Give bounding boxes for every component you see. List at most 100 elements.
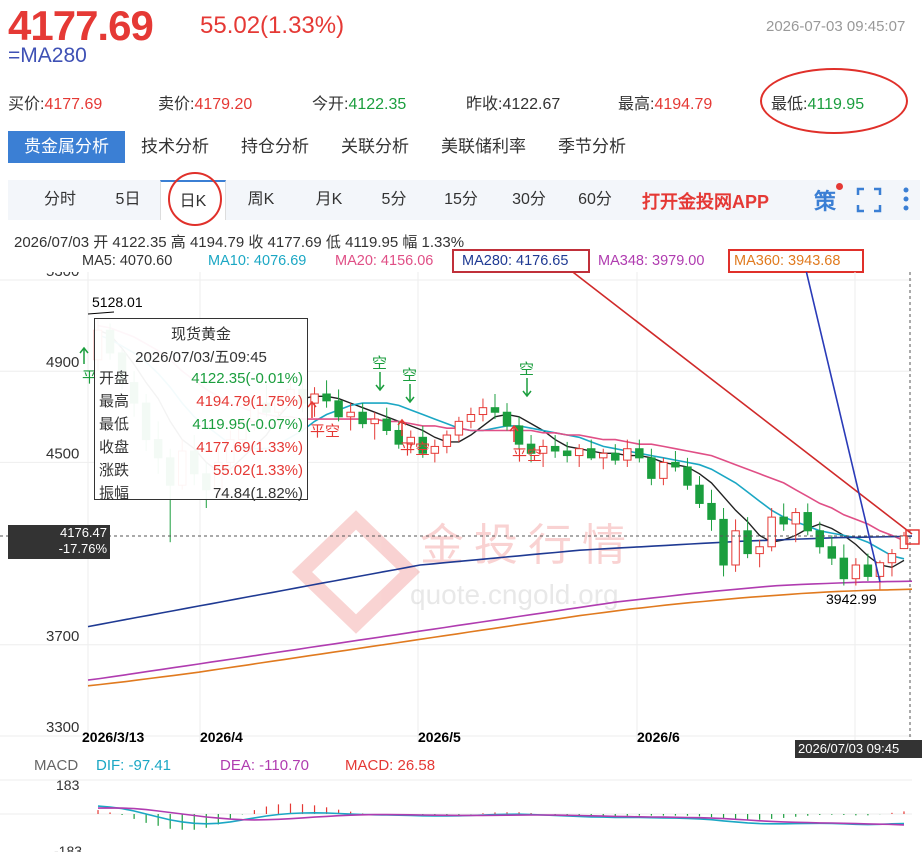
candle-body [562,450,572,457]
candle-body [430,445,440,454]
tab-30min[interactable]: 30分 [496,180,562,220]
y-tick-label: 3300 [46,719,79,736]
tab-technical[interactable]: 技术分析 [125,131,225,163]
fullscreen-icon[interactable] [856,187,882,213]
signal-arrow [522,378,532,398]
candle-body [851,564,861,580]
ma280-highlight-box [452,249,590,273]
max-price-label: 5128.01 [92,294,143,310]
ma10-legend: MA10: 4076.69 [208,253,307,269]
macd-value-legend: MACD: 26.58 [345,757,436,774]
signal-label: 空 [402,367,417,384]
tab-60min[interactable]: 60分 [562,180,628,220]
notification-dot [836,183,843,190]
open-app-link[interactable]: 打开金投网APP [642,188,769,214]
price-change: 55.02(1.33%) [200,12,345,39]
signal-arrow [405,384,415,404]
daily-k-highlight-circle [168,172,222,226]
tab-correlation[interactable]: 关联分析 [325,131,425,163]
candle-body [586,448,596,459]
signal-arrow [79,346,89,364]
candle-body [322,393,331,402]
macd-histogram [97,803,905,830]
current-price: 4177.69 [8,2,154,49]
ma348-legend: MA348: 3979.00 [598,253,705,269]
candle-body [478,407,488,416]
tab-15min[interactable]: 15分 [428,180,494,220]
x-tick-label: 2026/4 [200,729,243,742]
tab-intraday[interactable]: 分时 [30,180,90,220]
candle-body [574,448,584,457]
crosshair-price-tip: 4176.47 -17.76% [8,525,110,559]
macd-chart[interactable]: 183 -183 [0,774,922,852]
candle-body [839,557,849,580]
candle-tooltip: 现货黄金 2026/07/03/五09:45 开盘 4122.35(-0.01%)… [94,318,308,502]
candle-body [707,502,716,520]
y-tick-label: 4900 [46,354,79,371]
signal-label: 平空 [310,423,340,440]
candle-body [827,546,837,559]
x-tick-label: 2026/6 [637,729,680,742]
tab-seasonal[interactable]: 季节分析 [542,131,642,163]
tab-weekly-k[interactable]: 周K [230,180,292,220]
candle-body [466,414,476,422]
strategy-icon[interactable]: 策 [814,184,836,216]
candle-body [599,452,608,459]
tab-5day[interactable]: 5日 [100,180,156,220]
macd-y-tick: 183 [56,777,80,793]
candle-body [550,445,560,452]
candle-body [346,411,355,418]
ma20-legend: MA20: 4156.06 [335,253,434,269]
signal-label: 平空 [512,447,542,464]
candle-body [887,553,897,564]
candle-body [334,400,343,418]
more-menu-icon[interactable] [900,185,912,213]
signal-arrow [375,372,385,392]
tooltip-title: 现货黄金 [170,326,231,343]
ma5-legend: MA5: 4070.60 [82,253,173,269]
ma-indicator-label: =MA280 [8,44,87,67]
period-tabs: 分时 5日 日K 周K 月K 5分 15分 30分 60分 [8,180,920,220]
quote-prev-close: 昨收:4122.67 [466,96,561,113]
tooltip-row-change: 涨跌 55.02(1.33%) [99,462,303,479]
candle-body [803,512,812,532]
tooltip-row-high: 最高 4194.79(1.75%) [99,393,303,410]
y-axis-labels: 5300 4900 4500 3700 3300 [46,272,79,736]
macd-dea-legend: DEA: -110.70 [220,757,309,774]
tab-precious-metals[interactable]: 贵金属分析 [8,131,125,163]
quote-ask: 卖价:4179.20 [158,96,253,113]
tooltip-row-amplitude: 振幅 74.84(1.82%) [99,485,303,502]
candle-body [358,411,367,425]
tab-monthly-k[interactable]: 月K [298,180,360,220]
candle-body [490,407,500,413]
watermark-url: quote.cngold.org [410,579,619,610]
candle-body [647,457,656,479]
candle-body [502,411,512,427]
signal-label: 平空 [400,441,430,458]
tab-positions[interactable]: 持仓分析 [225,131,325,163]
tab-fed-rate[interactable]: 美联储利率 [425,131,542,163]
candle-body [815,530,825,548]
tab-5min[interactable]: 5分 [364,180,424,220]
candle-body [370,418,379,425]
crosshair-date-tip: 2026/07/03 09:45 [795,740,922,758]
min-price-label: 3942.99 [826,591,877,607]
candle-body [659,461,668,479]
quote-open: 今开:4122.35 [312,96,407,113]
macd-y-tick: -183 [54,843,82,852]
candle-body [755,546,764,555]
ohlc-summary: 2026/07/03 开 4122.35 高 4194.79 收 4177.69… [14,234,465,251]
signal-label: 空 [519,361,534,378]
candle-body [454,420,464,436]
tooltip-date: 2026/07/03/五09:45 [135,349,267,366]
candle-body [382,418,391,431]
candle-body [779,516,788,525]
candle-body [863,564,873,577]
y-tick-label: 5300 [46,272,79,280]
ma360-highlight-box [728,249,864,273]
macd-title: MACD [34,757,79,774]
low-highlight-circle [760,68,908,134]
candle-body [635,448,644,459]
tooltip-row-low: 最低 4119.95(-0.07%) [99,416,303,433]
candle-body [767,516,776,548]
